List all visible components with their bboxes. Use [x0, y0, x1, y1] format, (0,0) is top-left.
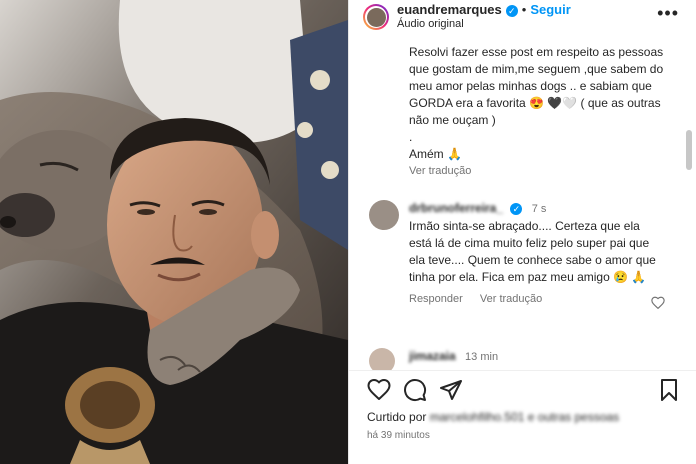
post-photo-image [0, 0, 348, 464]
post-header: euandremarques ✓ • Seguir Áudio original… [349, 0, 696, 34]
caption-text: Resolvi fazer esse post em respeito as p… [409, 45, 664, 127]
heart-icon[interactable] [367, 378, 391, 400]
follow-button[interactable]: Seguir [530, 2, 570, 18]
caption: Resolvi fazer esse post em respeito as p… [409, 44, 674, 180]
comment-icon[interactable] [403, 378, 427, 402]
liked-by-names[interactable]: marcelohfilho.501 e outras pessoas [430, 410, 619, 424]
post-time: há 39 minutos [367, 430, 430, 441]
comment-time: 7 s [531, 203, 547, 215]
share-icon[interactable] [439, 378, 463, 402]
action-bar [349, 378, 696, 406]
caption-dot: . [409, 130, 413, 144]
author-avatar[interactable] [363, 4, 389, 30]
liked-by: Curtido por marcelohfilho.501 e outras p… [367, 410, 619, 424]
see-translation-link[interactable]: Ver tradução [409, 163, 674, 180]
commenter-username[interactable]: drbrunoferreira_ [409, 201, 503, 215]
liked-by-label: Curtido por [367, 410, 427, 424]
comments-section[interactable]: Resolvi fazer esse post em respeito as p… [349, 36, 696, 370]
comment-time: 13 min [465, 351, 499, 363]
like-comment-heart-icon[interactable] [651, 296, 665, 309]
author-username[interactable]: euandremarques [397, 2, 502, 18]
verified-badge-icon: ✓ [505, 4, 518, 17]
comment-text: Irmão sinta-se abraçado.... Certeza que … [409, 219, 656, 284]
instagram-post: euandremarques ✓ • Seguir Áudio original… [0, 0, 696, 464]
more-options-icon[interactable]: ••• [657, 4, 679, 22]
bookmark-icon[interactable] [659, 378, 679, 402]
post-panel: euandremarques ✓ • Seguir Áudio original… [348, 0, 696, 464]
caption-amem: Amém 🙏 [409, 147, 462, 161]
see-translation-link[interactable]: Ver tradução [480, 293, 542, 305]
commenter-avatar[interactable] [369, 200, 399, 230]
actions-divider [349, 370, 696, 371]
separator-dot: • [521, 2, 527, 18]
audio-label[interactable]: Áudio original [397, 18, 571, 31]
reply-button[interactable]: Responder [409, 293, 463, 305]
verified-badge-icon: ✓ [510, 203, 523, 215]
commenter-username[interactable]: jimazaia [409, 349, 456, 363]
commenter-avatar[interactable] [369, 348, 395, 370]
scrollbar[interactable] [686, 130, 692, 170]
post-photo[interactable] [0, 0, 348, 464]
